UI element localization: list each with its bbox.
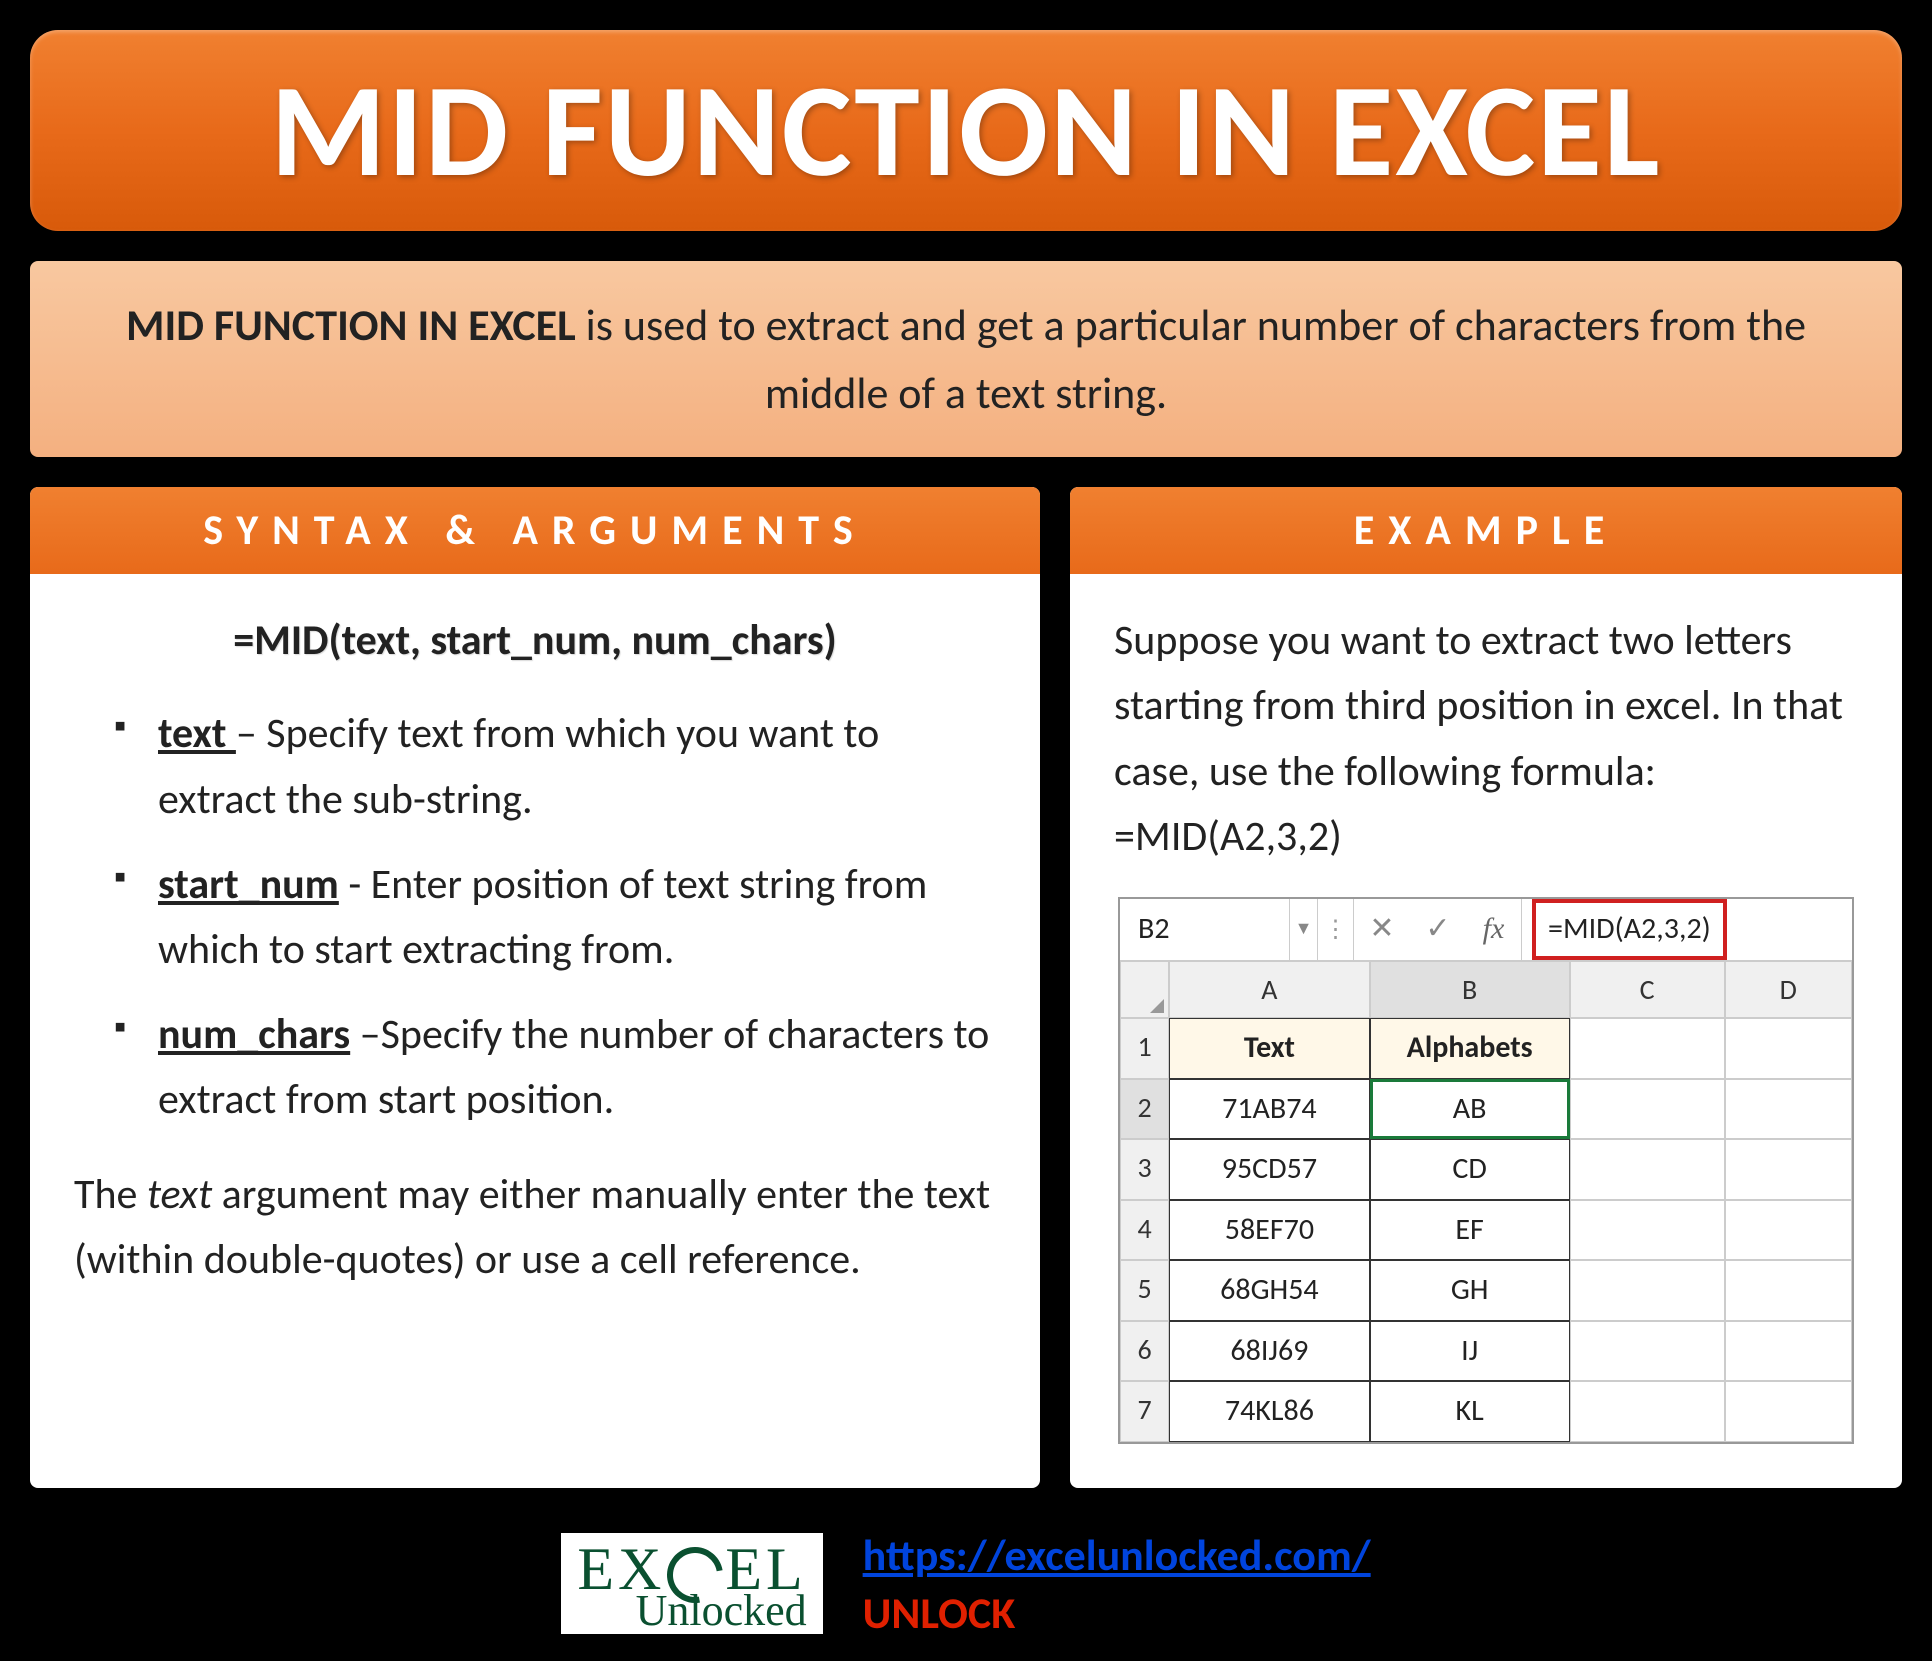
table-row: 7 74KL86 KL [1120,1381,1852,1442]
syntax-panel-body: =MID(text, start_num, num_chars) text – … [30,574,1040,1336]
example-panel: EXAMPLE Suppose you want to extract two … [1070,487,1902,1487]
column-header[interactable]: D [1725,961,1852,1018]
enter-icon[interactable]: ✓ [1410,899,1466,960]
note-pre: The [74,1169,147,1220]
cell[interactable]: EF [1370,1200,1570,1261]
column-header[interactable]: B [1370,961,1570,1018]
table-row: 6 68IJ69 IJ [1120,1321,1852,1382]
row-number[interactable]: 6 [1120,1321,1169,1382]
argument-name: num_chars [158,1009,350,1060]
row-number[interactable]: 3 [1120,1139,1169,1200]
cell-empty[interactable] [1725,1260,1852,1321]
formula-highlight: =MID(A2,3,2) [1532,899,1727,960]
footer-unlock-text: UNLOCK [863,1586,1371,1640]
argument-list: text – Specify text from which you want … [74,701,996,1132]
cell-empty[interactable] [1570,1321,1725,1382]
column-header[interactable]: A [1169,961,1369,1018]
argument-desc: – Specify text from which you want to ex… [158,708,879,824]
row-number[interactable]: 2 [1120,1079,1169,1140]
cell-empty[interactable] [1725,1381,1852,1442]
name-box[interactable]: B2 [1120,899,1290,960]
cell-empty[interactable] [1570,1200,1725,1261]
table-row: 2 71AB74 AB [1120,1079,1852,1140]
excel-screenshot: B2 ▼ ⋮ ✕ ✓ fx =MID(A2,3,2) A B C [1118,897,1854,1444]
syntax-note: The text argument may either manually en… [74,1162,996,1292]
row-number[interactable]: 4 [1120,1200,1169,1261]
note-italic: text [147,1169,212,1220]
argument-item: start_num - Enter position of text strin… [114,852,996,982]
column-header[interactable]: C [1570,961,1725,1018]
cancel-icon[interactable]: ✕ [1354,899,1410,960]
table-row: 1 Text Alphabets [1120,1018,1852,1079]
title-banner: MID FUNCTION IN EXCEL [30,30,1902,231]
cell-empty[interactable] [1570,1260,1725,1321]
description-bold: MID FUNCTION IN EXCEL [126,298,576,352]
description-text: is used to extract and get a particular … [576,298,1806,420]
cell-header[interactable]: Text [1169,1018,1369,1079]
footer: EX EL Unlocked https://excelunlocked.com… [30,1518,1902,1640]
cell-empty[interactable] [1725,1018,1852,1079]
table-row: 4 58EF70 EF [1120,1200,1852,1261]
argument-name: start_num [158,859,339,910]
row-number[interactable]: 1 [1120,1018,1169,1079]
cell-empty[interactable] [1725,1139,1852,1200]
syntax-panel-header: SYNTAX & ARGUMENTS [30,487,1040,574]
select-all-corner[interactable] [1120,961,1169,1018]
cell[interactable]: 71AB74 [1169,1079,1369,1140]
cell[interactable]: IJ [1370,1321,1570,1382]
logo-text-bottom: Unlocked [636,1591,807,1631]
footer-links: https://excelunlocked.com/ UNLOCK [863,1528,1371,1640]
formula-input[interactable]: =MID(A2,3,2) [1522,899,1852,960]
cell[interactable]: KL [1370,1381,1570,1442]
cell-active[interactable]: AB [1370,1079,1570,1140]
separator-icon: ⋮ [1318,899,1354,960]
cell-empty[interactable] [1725,1079,1852,1140]
example-text: Suppose you want to extract two letters … [1114,608,1858,868]
footer-url-link[interactable]: https://excelunlocked.com/ [863,1528,1371,1582]
cell-empty[interactable] [1570,1079,1725,1140]
argument-name: text [158,708,236,759]
syntax-formula: =MID(text, start_num, num_chars) [74,608,996,673]
cell[interactable]: 68GH54 [1169,1260,1369,1321]
cell-empty[interactable] [1570,1139,1725,1200]
fx-icon[interactable]: fx [1466,899,1522,960]
name-box-dropdown-icon[interactable]: ▼ [1290,899,1318,960]
cell-empty[interactable] [1725,1200,1852,1261]
cell-empty[interactable] [1570,1381,1725,1442]
cell[interactable]: CD [1370,1139,1570,1200]
cell[interactable]: 68IJ69 [1169,1321,1369,1382]
logo: EX EL Unlocked [561,1533,822,1635]
row-number[interactable]: 5 [1120,1260,1169,1321]
argument-item: text – Specify text from which you want … [114,701,996,831]
column-header-row: A B C D [1120,961,1852,1018]
table-row: 3 95CD57 CD [1120,1139,1852,1200]
formula-bar: B2 ▼ ⋮ ✕ ✓ fx =MID(A2,3,2) [1120,899,1852,961]
note-post: argument may either manually enter the t… [74,1169,990,1285]
cell[interactable]: GH [1370,1260,1570,1321]
row-number[interactable]: 7 [1120,1381,1169,1442]
cell[interactable]: 58EF70 [1169,1200,1369,1261]
example-panel-header: EXAMPLE [1070,487,1902,574]
cell[interactable]: 95CD57 [1169,1139,1369,1200]
cell-header[interactable]: Alphabets [1370,1018,1570,1079]
spreadsheet-grid: A B C D 1 Text Alphabets 2 71AB74 [1120,961,1852,1442]
description-banner: MID FUNCTION IN EXCEL is used to extract… [30,261,1902,457]
example-panel-body: Suppose you want to extract two letters … [1070,574,1902,1487]
page-title: MID FUNCTION IN EXCEL [70,50,1862,211]
argument-item: num_chars –Specify the number of charact… [114,1002,996,1132]
syntax-panel: SYNTAX & ARGUMENTS =MID(text, start_num,… [30,487,1040,1487]
content-columns: SYNTAX & ARGUMENTS =MID(text, start_num,… [30,487,1902,1487]
cell-empty[interactable] [1570,1018,1725,1079]
table-row: 5 68GH54 GH [1120,1260,1852,1321]
cell-empty[interactable] [1725,1321,1852,1382]
cell[interactable]: 74KL86 [1169,1381,1369,1442]
